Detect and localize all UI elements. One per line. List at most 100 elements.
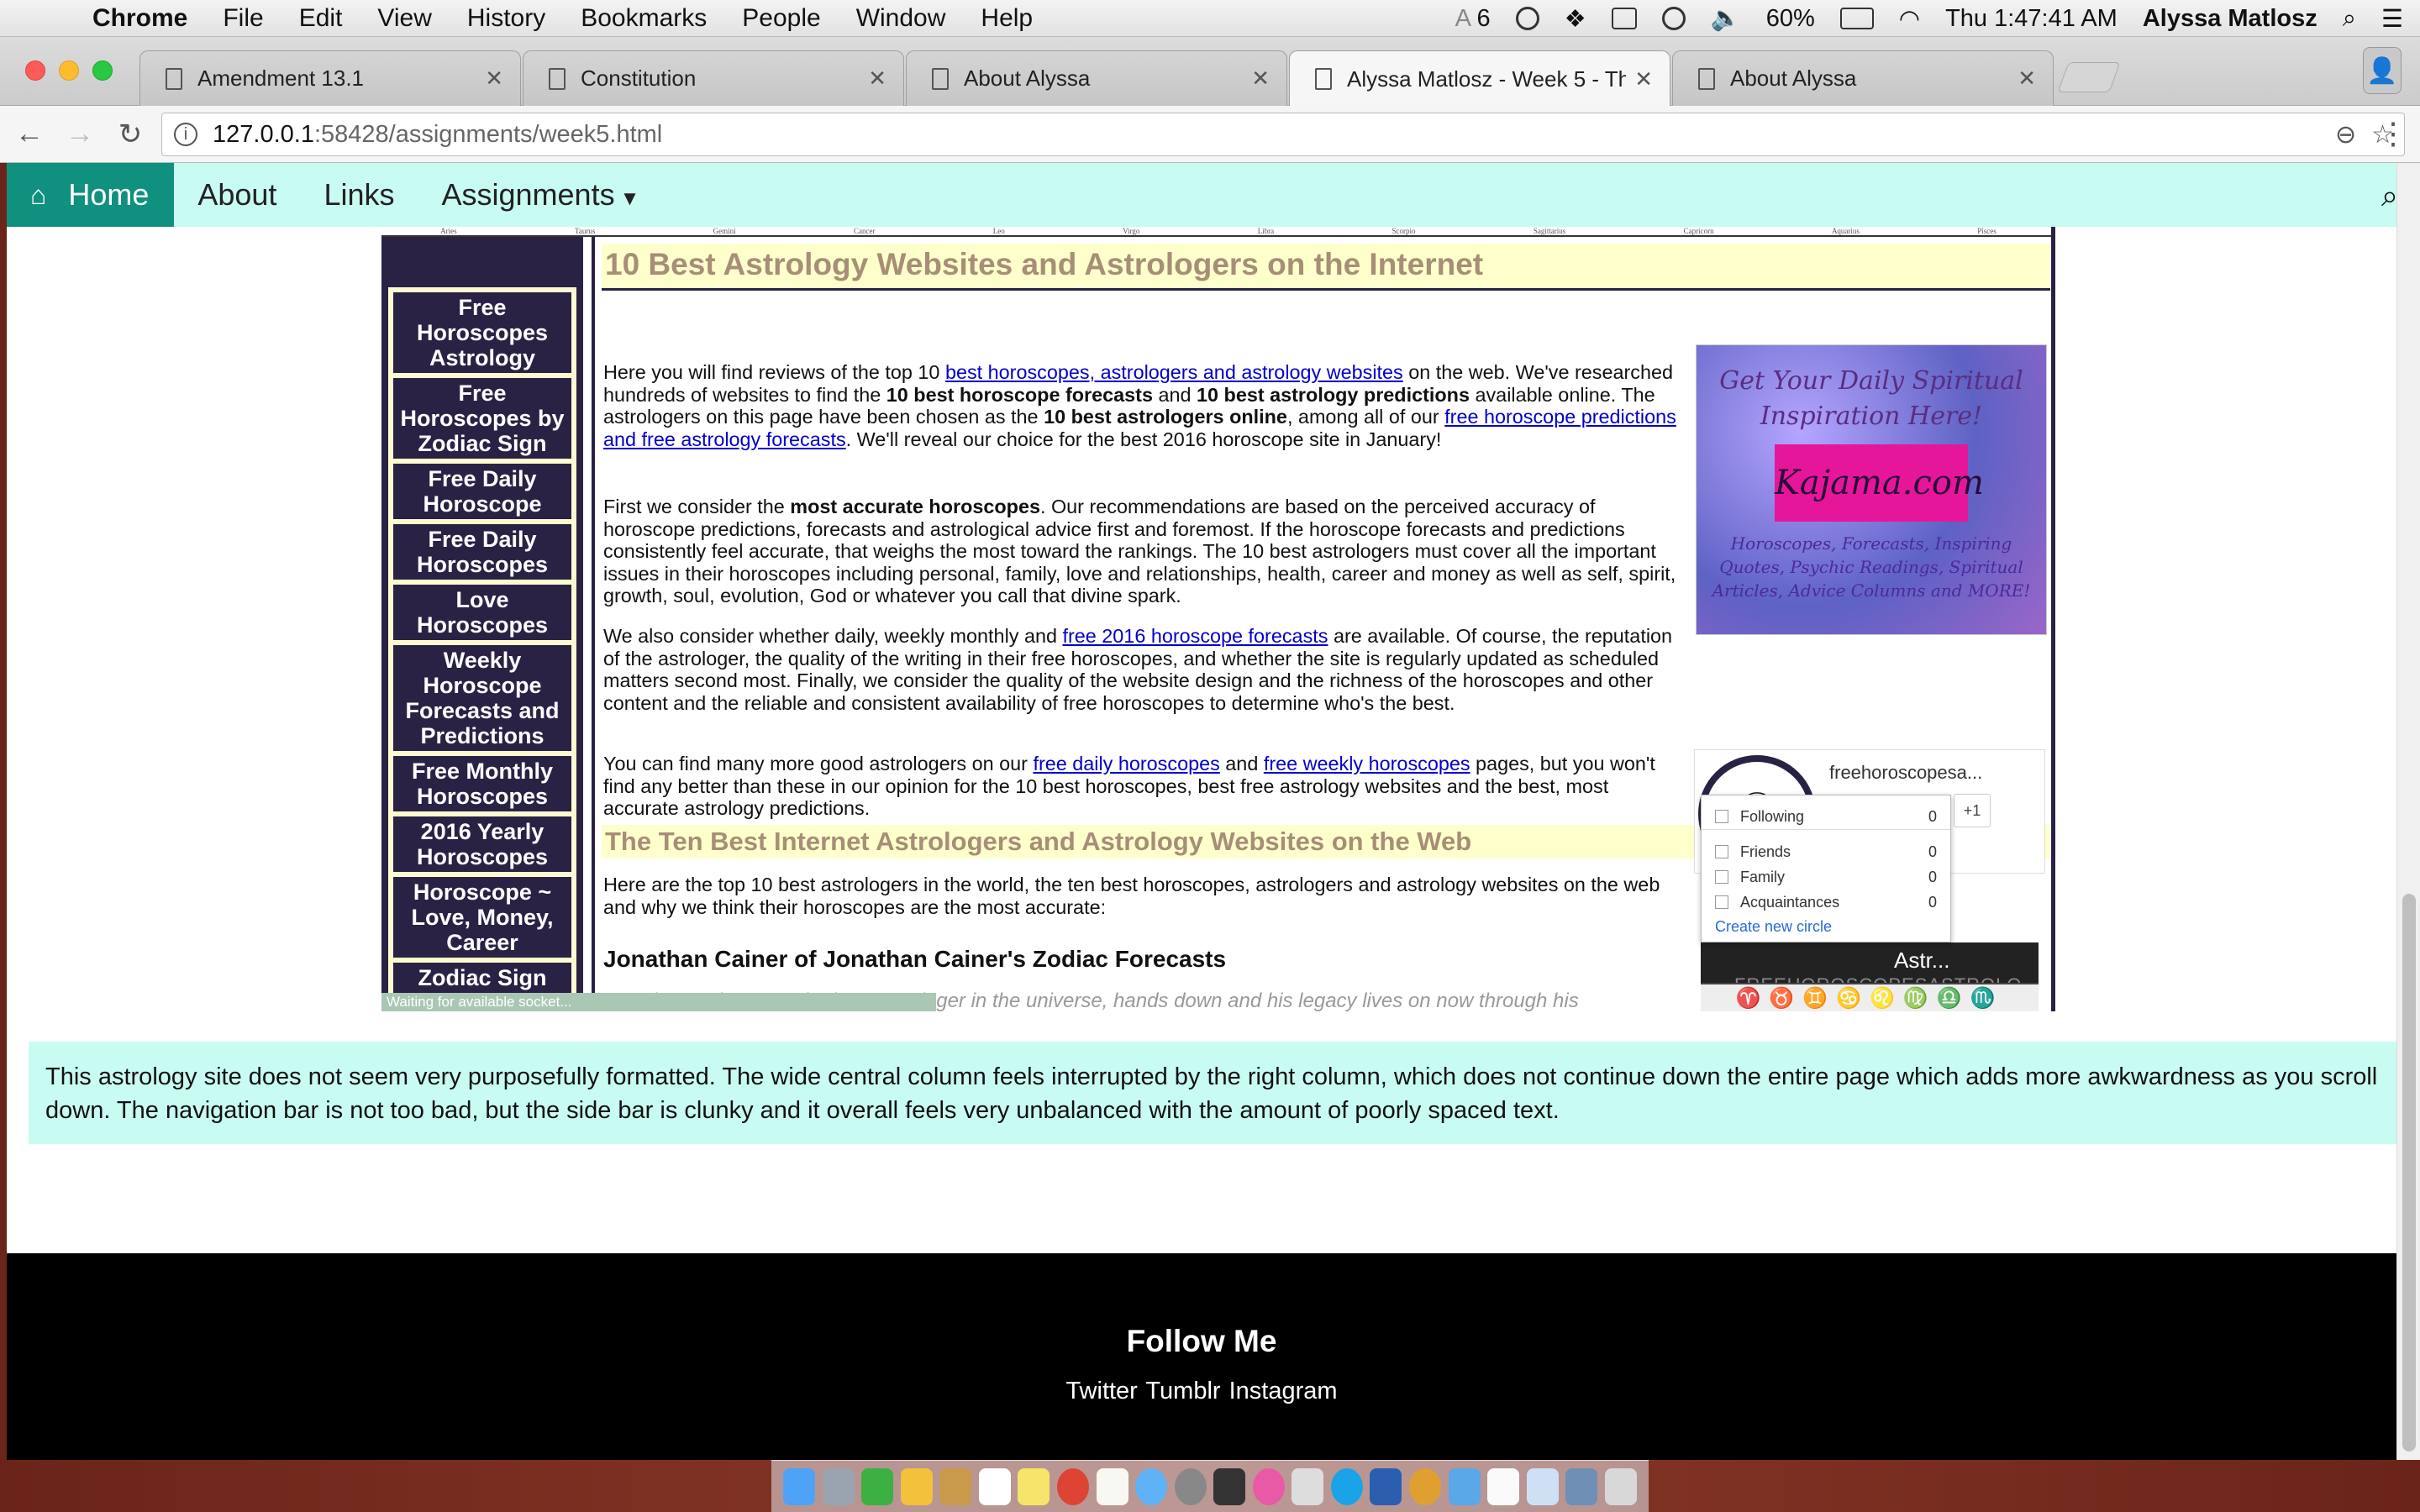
sidebar-link[interactable]: Free Horoscopes Astrology [392, 291, 573, 375]
search-icon[interactable]: ⌕ [2381, 178, 2396, 214]
circle-family[interactable]: Family 0 [1715, 868, 1937, 886]
sidebar-link[interactable]: 2016 Yearly Horoscopes [392, 815, 573, 874]
close-window-button[interactable] [25, 60, 45, 81]
link-weekly-horoscopes[interactable]: free weekly horoscopes [1264, 753, 1470, 774]
nav-home[interactable]: ⌂ Home [7, 163, 175, 227]
launchpad-icon[interactable] [822, 1467, 855, 1505]
tab-week5[interactable]: Alyssa Matlosz - Week 5 - The ✕ [1289, 50, 1670, 107]
close-tab-icon[interactable]: ✕ [868, 66, 886, 92]
notification-center-icon[interactable]: ☰ [2381, 4, 2403, 34]
menu-view[interactable]: View [377, 4, 431, 33]
tab-about-alyssa-2[interactable]: About Alyssa ✕ [1672, 50, 2054, 106]
app-grid-icon[interactable] [1292, 1467, 1324, 1505]
menu-file[interactable]: File [223, 4, 263, 33]
chrome-icon[interactable] [1056, 1467, 1089, 1505]
nav-assignments[interactable]: Assignments ▼ [441, 177, 639, 213]
airplay-icon[interactable] [1611, 8, 1637, 29]
menu-history[interactable]: History [467, 4, 545, 33]
image-icon[interactable] [1565, 1467, 1598, 1505]
close-tab-icon[interactable]: ✕ [1634, 66, 1653, 92]
nav-about[interactable]: About [197, 177, 276, 213]
system-preferences-icon[interactable] [1174, 1467, 1207, 1505]
menu-bookmarks[interactable]: Bookmarks [581, 4, 707, 33]
document-icon[interactable] [1526, 1467, 1559, 1505]
circle-friends[interactable]: Friends 0 [1715, 843, 1937, 861]
plus-one-button[interactable]: +1 [1954, 794, 1991, 827]
close-tab-icon[interactable]: ✕ [2018, 66, 2036, 92]
profile-icon[interactable]: 👤 [2363, 47, 2402, 94]
tab-about-alyssa[interactable]: About Alyssa ✕ [906, 50, 1287, 106]
link-2016-forecasts[interactable]: free 2016 horoscope forecasts [1062, 625, 1328, 647]
zoom-icon[interactable]: ⊖ [2335, 120, 2356, 150]
sidebar-link[interactable]: Love Horoscopes [392, 583, 573, 642]
notes-app-icon[interactable] [939, 1467, 972, 1505]
sidebar-link[interactable]: Free Daily Horoscopes [392, 522, 573, 581]
adobe-icon[interactable]: A 6 [1455, 5, 1491, 33]
twitter-link[interactable]: Twitter [1065, 1378, 1137, 1404]
menu-help[interactable]: Help [981, 4, 1033, 33]
nav-links[interactable]: Links [324, 177, 394, 213]
clock[interactable]: Thu 1:47:41 AM [1945, 5, 2118, 33]
preview-icon[interactable] [1370, 1467, 1402, 1505]
battery-icon[interactable] [1839, 8, 1874, 29]
photos-icon[interactable] [900, 1467, 933, 1505]
close-tab-icon[interactable]: ✕ [485, 66, 503, 92]
info-icon[interactable]: i [174, 123, 197, 146]
user-name[interactable]: Alyssa Matlosz [2143, 5, 2317, 33]
facetime-icon[interactable] [861, 1467, 894, 1505]
back-icon[interactable]: ← [8, 118, 50, 150]
circle-acquaintances[interactable]: Acquaintances 0 [1715, 893, 1937, 911]
link-best-horoscopes[interactable]: best horoscopes, astrologers and astrolo… [945, 361, 1403, 383]
create-circle-link[interactable]: Create new circle [1715, 918, 1832, 936]
battery-percent[interactable]: 60% [1766, 5, 1815, 33]
itunes-icon[interactable] [1252, 1467, 1285, 1505]
app-menu[interactable]: Chrome [92, 4, 187, 33]
sidebar-link[interactable]: Free Monthly Horoscopes [392, 754, 573, 813]
kajama-ad[interactable]: Get Your Daily Spiritual Inspiration Her… [1696, 344, 2047, 635]
zoom-window-button[interactable] [92, 60, 113, 81]
circle-following[interactable]: Following 0 [1715, 807, 1937, 826]
new-tab-button[interactable] [2057, 62, 2121, 92]
messages-icon[interactable] [1135, 1467, 1168, 1505]
spotlight-icon[interactable]: ⌕ [2343, 5, 2356, 33]
checkbox[interactable] [1715, 845, 1728, 858]
time-machine-icon[interactable] [1661, 7, 1686, 30]
chrome-canary-icon[interactable] [1409, 1467, 1441, 1505]
checkbox[interactable] [1715, 895, 1728, 909]
sidebar-link[interactable]: Weekly Horoscope Forecasts and Predictio… [392, 643, 573, 753]
skype-icon[interactable] [1330, 1467, 1363, 1505]
tumblr-link[interactable]: Tumblr [1145, 1378, 1220, 1404]
sidebar-link[interactable]: Horoscope ~ Love, Money, Career [392, 875, 573, 959]
tab-amendment[interactable]: Amendment 13.1 ✕ [139, 50, 521, 106]
page-name[interactable]: freehoroscopesa... [1829, 762, 1982, 784]
trash-icon[interactable] [1604, 1467, 1637, 1505]
instagram-link[interactable]: Instagram [1229, 1378, 1338, 1404]
volume-icon[interactable]: 🔈 [1711, 4, 1741, 33]
activity-monitor-icon[interactable] [1213, 1467, 1246, 1505]
scrollbar-thumb[interactable] [2402, 894, 2416, 1452]
document-icon[interactable] [1487, 1467, 1520, 1505]
link-daily-horoscopes[interactable]: free daily horoscopes [1033, 753, 1219, 774]
reload-icon[interactable]: ↻ [109, 118, 151, 151]
menu-people[interactable]: People [742, 4, 820, 33]
checkbox[interactable] [1715, 810, 1728, 823]
menu-window[interactable]: Window [856, 4, 946, 33]
chrome-menu-icon[interactable]: ⋮ [2378, 114, 2408, 153]
dropbox-icon[interactable]: ❖ [1565, 4, 1586, 34]
calendar-icon[interactable] [978, 1467, 1011, 1505]
finder-icon[interactable] [783, 1467, 815, 1505]
minimize-window-button[interactable] [59, 60, 79, 81]
close-tab-icon[interactable]: ✕ [1251, 66, 1270, 92]
stickies-icon[interactable] [1018, 1467, 1050, 1505]
menu-edit[interactable]: Edit [299, 4, 343, 33]
sidebar-link[interactable]: Free Horoscopes by Zodiac Sign [392, 376, 573, 460]
address-bar[interactable]: i 127.0.0.1:58428/assignments/week5.html… [161, 113, 2405, 156]
tab-constitution[interactable]: Constitution ✕ [523, 50, 904, 106]
sync-icon[interactable] [1515, 7, 1539, 30]
folder-icon[interactable] [1448, 1467, 1481, 1505]
checkbox[interactable] [1715, 870, 1728, 884]
page-scrollbar[interactable] [2396, 163, 2420, 1460]
textedit-icon[interactable] [1096, 1467, 1128, 1505]
wifi-icon[interactable]: ◠ [1899, 4, 1920, 34]
forward-icon[interactable]: → [59, 118, 101, 150]
